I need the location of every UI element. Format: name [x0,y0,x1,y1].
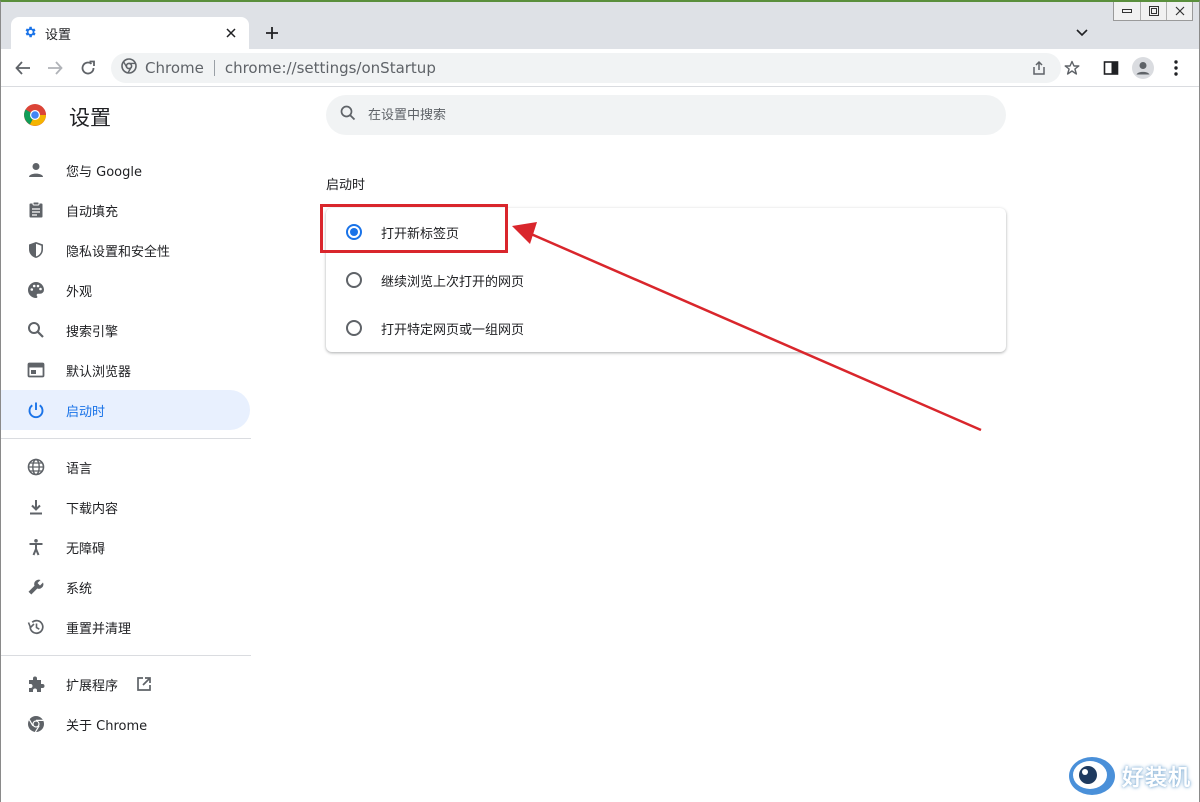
tab-settings[interactable]: 设置 [11,17,249,49]
omnibox-divider [213,60,215,76]
back-button[interactable] [11,56,35,80]
browser-window: 设置 Chrome chrome://settings/onStartup 设置… [0,0,1200,802]
settings-page: 设置 您与 Google 自动填充 [1,88,1199,802]
reload-button[interactable] [76,56,100,80]
gear-icon [23,24,37,43]
maximize-button[interactable] [1140,2,1166,20]
new-tab-button[interactable] [261,22,283,44]
address-bar[interactable]: Chrome chrome://settings/onStartup [111,53,1061,83]
more-menu-icon[interactable] [1164,56,1188,80]
watermark-eye-icon [1068,757,1115,795]
chrome-icon [121,58,137,78]
tab-title: 设置 [45,27,72,43]
window-controls [1113,2,1193,21]
bookmark-star-icon[interactable] [1060,56,1084,80]
minimize-button[interactable] [1114,2,1140,20]
chevron-down-icon[interactable] [1071,22,1093,44]
watermark-text: 好装机 [1121,766,1191,791]
side-panel-icon[interactable] [1099,56,1123,80]
close-icon[interactable] [221,23,241,43]
site-name: Chrome [145,59,204,77]
forward-button[interactable] [43,56,67,80]
toolbar: Chrome chrome://settings/onStartup [1,49,1199,87]
share-icon[interactable] [1027,56,1051,80]
profile-avatar[interactable] [1131,56,1155,80]
url-text[interactable]: chrome://settings/onStartup [225,59,436,77]
tab-strip: 设置 [1,2,1199,49]
close-window-button[interactable] [1166,2,1192,20]
annotation-arrow [512,222,982,432]
watermark-logo: 好装机 [1068,754,1191,798]
